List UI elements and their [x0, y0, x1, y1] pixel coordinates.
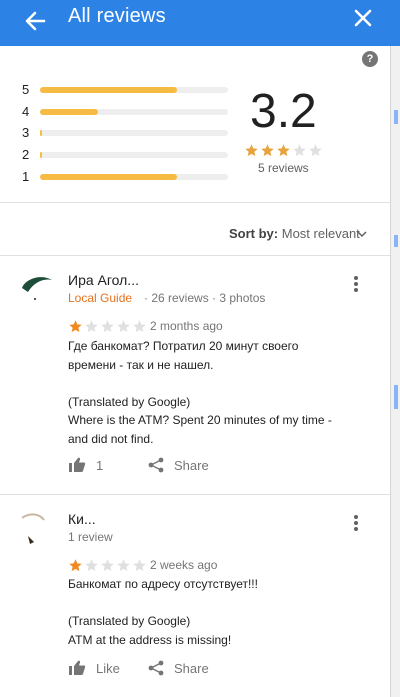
review-line: времени - так и не нашел. [68, 357, 214, 372]
review-line: Банкомат по адресу отсутствует!!! [68, 577, 258, 591]
histogram-track [40, 109, 228, 115]
more-options-icon[interactable] [353, 514, 359, 532]
page-title: All reviews [68, 5, 166, 27]
back-arrow-icon[interactable] [20, 6, 50, 36]
average-rating: 3.2 [250, 85, 317, 138]
close-icon[interactable] [350, 5, 376, 31]
reviewer-name[interactable]: Ира Агол... [68, 272, 139, 288]
edge-marker [394, 235, 398, 247]
review-stars [68, 558, 148, 573]
star-empty-icon [117, 559, 130, 572]
star-filled-icon [245, 144, 258, 157]
help-icon[interactable]: ? [362, 51, 378, 67]
review-line: Где банкомат? Потратил 20 минут своего [68, 339, 299, 353]
share-icon [148, 660, 164, 676]
more-options-icon[interactable] [353, 275, 359, 293]
like-button[interactable]: 1 [68, 457, 103, 473]
histogram-label: 4 [22, 104, 30, 119]
sort-value: Most relevant [281, 226, 360, 241]
star-filled-icon [277, 144, 290, 157]
edge-marker [394, 385, 398, 409]
star-filled-icon [69, 320, 82, 333]
review-line: (Translated by Google) [68, 614, 191, 628]
chevron-down-icon[interactable] [356, 228, 368, 240]
star-empty-icon [133, 320, 146, 333]
histogram-fill [40, 130, 42, 136]
star-empty-icon [117, 320, 130, 333]
histogram-fill [40, 174, 178, 180]
edge-marker [394, 110, 398, 124]
histogram-track [40, 130, 228, 136]
review-line: Where is the ATM? Spent 20 minutes of my… [68, 413, 332, 427]
review-text: Банкомат по адресу отсутствует!!! (Trans… [68, 575, 368, 649]
star-empty-icon [85, 559, 98, 572]
avatar[interactable] [20, 510, 54, 544]
reviewer-name[interactable]: Ки... [68, 511, 96, 527]
histogram-fill [40, 87, 178, 93]
review-date: 2 months ago [150, 319, 223, 333]
star-empty-icon [101, 320, 114, 333]
histogram-label: 1 [22, 169, 30, 184]
sort-label: Sort by: [229, 226, 279, 241]
review-date: 2 weeks ago [150, 558, 218, 572]
share-button[interactable]: Share [148, 660, 209, 676]
review-line: (Translated by Google) [68, 394, 191, 409]
sort-control[interactable]: Sort by: Most relevant [229, 226, 360, 241]
local-guide-badge: Local Guide [68, 291, 133, 305]
avatar[interactable] [20, 272, 54, 306]
histogram-fill [40, 109, 99, 115]
star-empty-icon [293, 144, 306, 157]
review-stars [68, 319, 148, 334]
review-line [68, 374, 368, 393]
star-filled-icon [69, 559, 82, 572]
right-panel-edge [390, 46, 400, 697]
histogram-label: 5 [22, 82, 30, 97]
histogram-track [40, 87, 228, 93]
histogram-row: 4 [22, 104, 228, 119]
histogram-fill [40, 152, 42, 158]
histogram-label: 2 [22, 147, 30, 162]
histogram-track [40, 174, 228, 180]
review-line: and did not find. [68, 431, 154, 446]
histogram-row: 1 [22, 169, 228, 184]
share-button[interactable]: Share [148, 457, 209, 473]
share-label: Share [174, 660, 209, 676]
star-empty-icon [101, 559, 114, 572]
share-label: Share [174, 457, 209, 473]
review-count: 5 reviews [258, 161, 309, 175]
like-button[interactable]: Like [68, 660, 120, 676]
review-line [68, 594, 368, 613]
share-icon [148, 457, 164, 473]
histogram-label: 3 [22, 125, 30, 140]
histogram-row: 5 [22, 82, 228, 97]
star-empty-icon [309, 144, 322, 157]
review-text: Где банкомат? Потратил 20 минут своего в… [68, 337, 368, 448]
reviewer-meta: 1 review [68, 530, 113, 544]
histogram-row: 2 [22, 147, 228, 162]
review-line: ATM at the address is missing! [68, 632, 232, 647]
star-filled-icon [261, 144, 274, 157]
thumbs-up-icon [69, 660, 86, 675]
divider [0, 494, 390, 495]
average-stars [244, 143, 324, 158]
reviewer-meta: · 26 reviews · 3 photos [144, 291, 266, 305]
histogram-row: 3 [22, 125, 228, 140]
like-count: 1 [96, 457, 104, 473]
like-label: Like [96, 660, 120, 676]
thumbs-up-icon [69, 457, 86, 472]
star-empty-icon [133, 559, 146, 572]
divider [0, 202, 390, 203]
app-header: All reviews [0, 0, 400, 46]
divider [0, 255, 390, 256]
histogram-track [40, 152, 228, 158]
star-empty-icon [85, 320, 98, 333]
